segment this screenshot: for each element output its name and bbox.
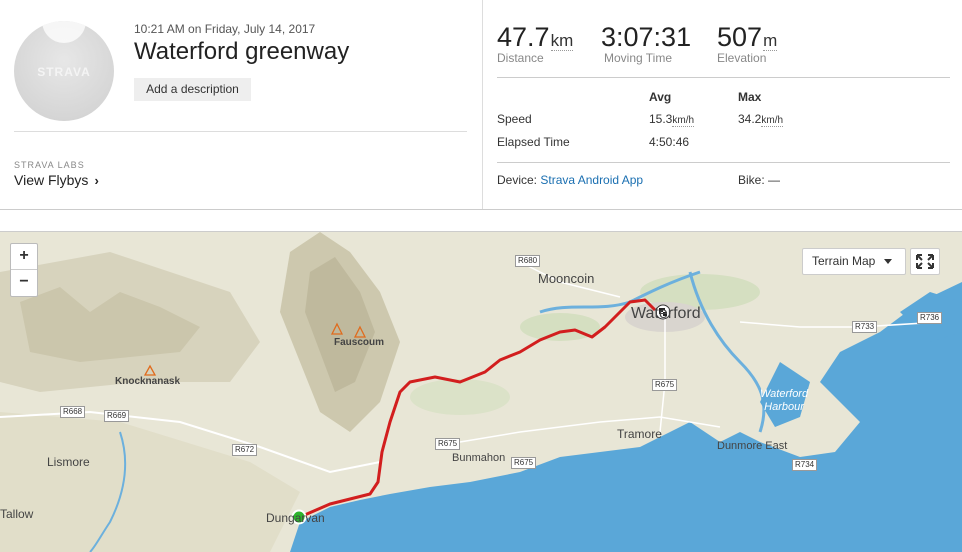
strava-logo: STRAVA <box>37 65 91 79</box>
place-label-lismore: Lismore <box>47 455 90 469</box>
terrain-lowland <box>0 412 300 552</box>
elapsed-time-value: 4:50:46 <box>649 135 690 149</box>
road-label: R668 <box>60 406 86 418</box>
route-map[interactable]: Waterford Mooncoin Fauscoum Knocknanask … <box>0 231 962 552</box>
place-label-fauscoum: Fauscoum <box>334 337 385 348</box>
place-label-knocknanask: Knocknanask <box>115 376 181 387</box>
place-label-waterford: Waterford <box>631 305 701 322</box>
max-speed-value: 34.2 <box>738 112 762 126</box>
activity-header: STRAVA 10:21 AM on Friday, July 14, 2017… <box>0 0 962 210</box>
activity-stats: 47.7km Distance 3:07:31 Moving Time 507m… <box>497 0 950 209</box>
avg-speed-value: 15.3 <box>649 112 673 126</box>
bike-info: Bike: — <box>738 173 780 187</box>
zoom-in-button[interactable]: + <box>11 244 37 270</box>
zoom-out-button[interactable]: − <box>11 270 37 296</box>
road <box>659 317 666 433</box>
place-label-tramore: Tramore <box>617 427 662 441</box>
road-label: R736 <box>917 312 943 324</box>
road-label: R675 <box>652 379 678 391</box>
avatar[interactable]: STRAVA <box>14 21 114 121</box>
road-label: R669 <box>104 410 130 422</box>
map-type-dropdown[interactable]: Terrain Map <box>802 248 906 275</box>
elevation-stat: 507m Elevation <box>717 22 778 65</box>
road-label: R675 <box>435 438 461 450</box>
place-label-waterford-harbour: Waterford Harbour <box>760 388 809 413</box>
max-speed: 34.2km/h <box>738 112 784 127</box>
view-flybys-label: View Flybys <box>14 172 89 188</box>
moving-time-value: 3:07:31 <box>601 22 692 52</box>
device-info: Device: Strava Android App <box>497 173 643 187</box>
road-label: R680 <box>515 255 541 267</box>
elapsed-time-label: Elapsed Time <box>497 135 570 149</box>
place-label-dungarvan: Dungarvan <box>266 511 325 525</box>
view-flybys-link[interactable]: View Flybys › <box>14 172 99 188</box>
avg-speed-unit: km/h <box>672 115 695 127</box>
map-canvas[interactable] <box>0 232 962 552</box>
add-description-button[interactable]: Add a description <box>134 78 251 101</box>
distance-label: Distance <box>497 51 544 65</box>
caret-down-icon <box>884 259 892 264</box>
strava-labs-heading: STRAVA LABS <box>14 160 85 170</box>
fullscreen-button[interactable] <box>910 248 940 275</box>
activity-summary: STRAVA 10:21 AM on Friday, July 14, 2017… <box>0 0 483 209</box>
avg-header: Avg <box>649 90 672 104</box>
avatar-shape <box>42 21 86 43</box>
place-label-bunmahon: Bunmahon <box>452 452 506 464</box>
speed-label: Speed <box>497 112 532 126</box>
place-label-dunmore-east: Dunmore East <box>717 440 788 452</box>
bike-value: — <box>768 173 781 187</box>
activity-datetime: 10:21 AM on Friday, July 14, 2017 <box>134 22 316 36</box>
max-speed-unit: km/h <box>761 115 784 127</box>
device-link[interactable]: Strava Android App <box>540 173 643 187</box>
device-label: Device: <box>497 173 538 187</box>
road-label: R675 <box>511 457 537 469</box>
distance-unit: km <box>550 31 574 51</box>
bike-label: Bike: <box>738 173 765 187</box>
avg-speed: 15.3km/h <box>649 112 695 127</box>
elevation-unit: m <box>763 31 778 51</box>
chevron-right-icon: › <box>94 173 99 188</box>
activity-title[interactable]: Waterford greenway <box>134 38 349 66</box>
moving-time-stat: 3:07:31 Moving Time <box>601 22 691 65</box>
elevation-value: 507 <box>717 22 763 52</box>
moving-time-label: Moving Time <box>604 51 673 65</box>
place-label-mooncoin: Mooncoin <box>538 271 595 286</box>
divider <box>497 77 950 78</box>
road-label: R672 <box>232 444 258 456</box>
zoom-control: + − <box>10 243 38 297</box>
expand-icon <box>916 254 934 269</box>
distance-value: 47.7 <box>497 22 550 52</box>
max-header: Max <box>738 90 762 104</box>
map-type-label: Terrain Map <box>812 254 876 268</box>
road-label: R734 <box>792 459 818 471</box>
place-label-tallow: Tallow <box>0 507 34 521</box>
forest-area <box>410 379 510 415</box>
divider <box>497 162 950 163</box>
road-label: R733 <box>852 321 878 333</box>
divider <box>14 131 467 132</box>
elevation-label: Elevation <box>717 51 767 65</box>
distance-stat: 47.7km Distance <box>497 22 574 65</box>
